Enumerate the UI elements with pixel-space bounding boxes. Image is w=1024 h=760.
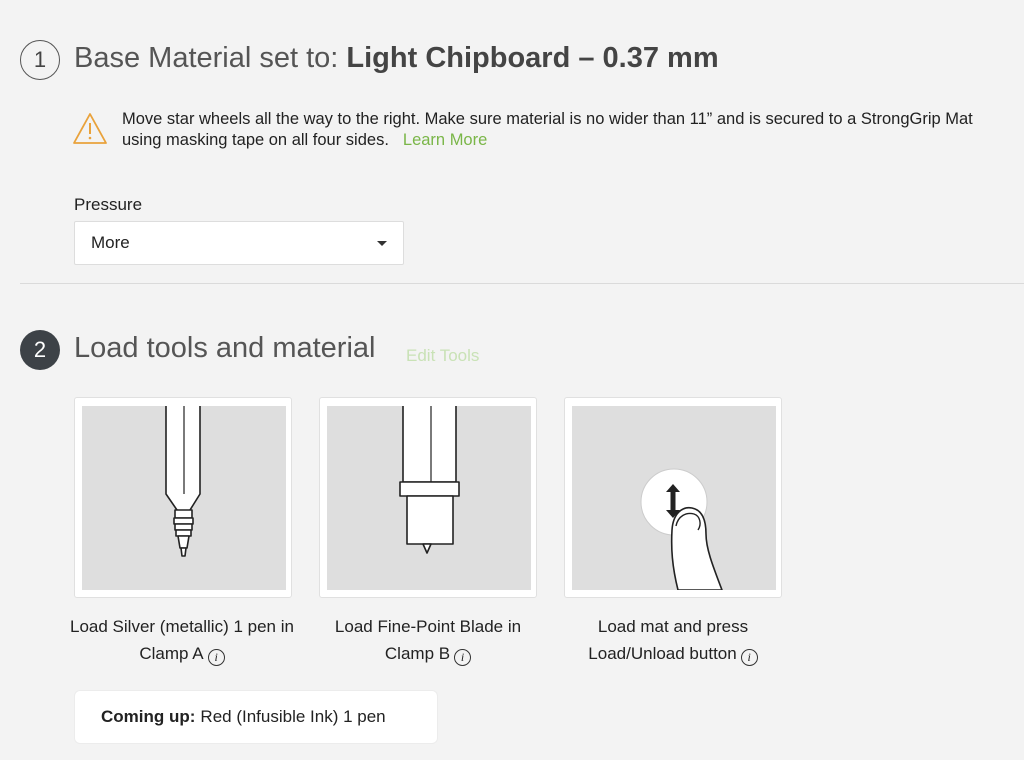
warning-text: Move star wheels all the way to the righ… [122,110,973,149]
step-1-title-prefix: Base Material set to: [74,42,347,74]
coming-up-value: Red (Infusible Ink) 1 pen [200,707,386,726]
load-mat-caption-text: Load mat and press Load/Unload button [588,617,749,663]
tool-card-load-mat [564,397,782,598]
chevron-down-icon [377,241,387,246]
tool-card-pen [74,397,292,598]
pen-caption-text: Load Silver (metallic) 1 pen in Clamp A [70,617,294,663]
blade-caption-text: Load Fine-Point Blade in Clamp B [334,617,522,663]
learn-more-link[interactable]: Learn More [403,131,487,149]
blade-illustration [327,406,531,590]
warning-message: Move star wheels all the way to the righ… [122,109,982,151]
info-icon[interactable]: i [454,649,472,666]
pen-illustration [82,406,286,590]
coming-up-box: Coming up: Red (Infusible Ink) 1 pen [74,690,438,744]
tool-caption-load-mat: Load mat and press Load/Unload button i [553,613,793,667]
edit-tools-link[interactable]: Edit Tools [406,346,479,366]
step-2-badge: 2 [20,330,60,370]
pressure-selected-value: More [91,233,130,252]
section-divider [20,283,1024,284]
finger-press-illustration [572,406,776,590]
tool-caption-pen: Load Silver (metallic) 1 pen in Clamp Ai [62,613,302,667]
info-icon[interactable]: i [207,649,225,666]
tool-card-blade [319,397,537,598]
pressure-dropdown[interactable]: More [74,221,404,265]
tool-caption-blade: Load Fine-Point Blade in Clamp Bi [308,613,548,667]
step-2-title: Load tools and material [74,332,376,364]
pressure-label: Pressure [74,195,143,214]
step-1-title: Base Material set to: Light Chipboard – … [74,42,719,75]
coming-up-label: Coming up: [101,707,196,726]
base-material-name: Light Chipboard – 0.37 mm [346,42,719,74]
step-1-badge: 1 [20,40,60,80]
info-icon[interactable]: i [740,649,758,666]
warning-icon [73,113,107,144]
